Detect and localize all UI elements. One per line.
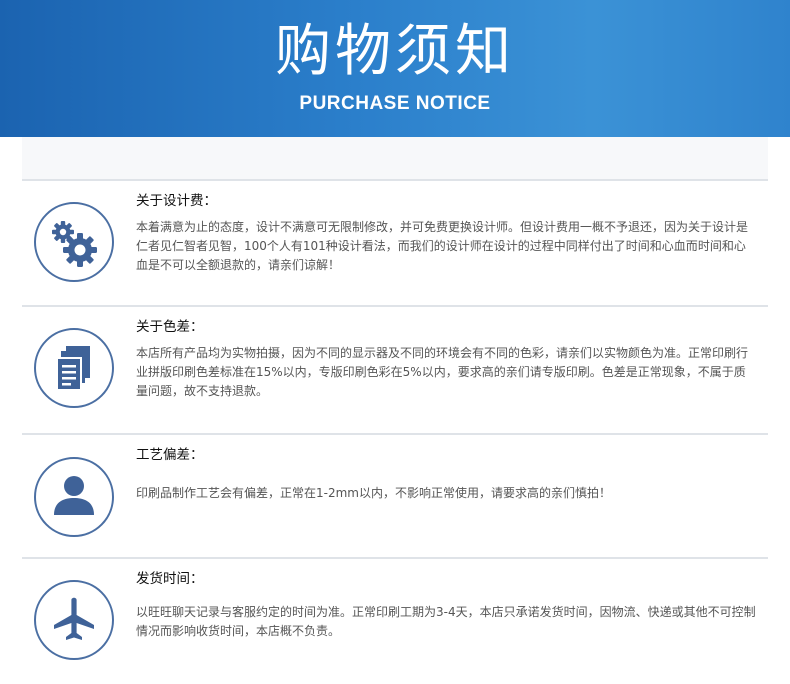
section-title: 工艺偏差： — [136, 447, 204, 463]
person-icon — [34, 457, 114, 537]
notice-section-color-difference: 关于色差： 本店所有产品均为实物拍摄，因为不同的显示器及不同的环境会有不同的色彩… — [22, 307, 768, 433]
section-title: 关于色差： — [136, 319, 204, 335]
notice-section-shipping-time: 发货时间： 以旺旺聊天记录与客服约定的时间为准。正常印刷工期为3-4天，本店只承… — [22, 559, 768, 684]
section-body: 本着满意为止的态度，设计不满意可无限制修改，并可免费更换设计师。但设计费用一概不… — [136, 220, 749, 272]
notice-section-design-fee: 关于设计费： 本着满意为止的态度，设计不满意可无限制修改，并可免费更换设计师。但… — [22, 181, 768, 305]
section-body: 本店所有产品均为实物拍摄，因为不同的显示器及不同的环境会有不同的色彩，请亲们以实… — [136, 346, 749, 398]
notice-section-craft-deviation: 工艺偏差： 印刷品制作工艺会有偏差，正常在1-2mm以内，不影响正常使用，请要求… — [22, 435, 768, 557]
page-subtitle: PURCHASE NOTICE — [299, 93, 491, 114]
section-body: 印刷品制作工艺会有偏差，正常在1-2mm以内，不影响正常使用，请要求高的亲们慎拍… — [136, 486, 611, 500]
header-banner: 购物须知 PURCHASE NOTICE — [0, 0, 790, 137]
page-title: 购物须知 — [275, 19, 515, 84]
documents-icon — [34, 328, 114, 408]
airplane-icon — [34, 580, 114, 660]
section-body: 以旺旺聊天记录与客服约定的时间为准。正常印刷工期为3-4天，本店只承诺发货时间，… — [136, 605, 756, 638]
section-title: 关于设计费： — [136, 193, 217, 209]
section-title: 发货时间： — [136, 571, 204, 587]
gears-icon — [34, 202, 114, 282]
